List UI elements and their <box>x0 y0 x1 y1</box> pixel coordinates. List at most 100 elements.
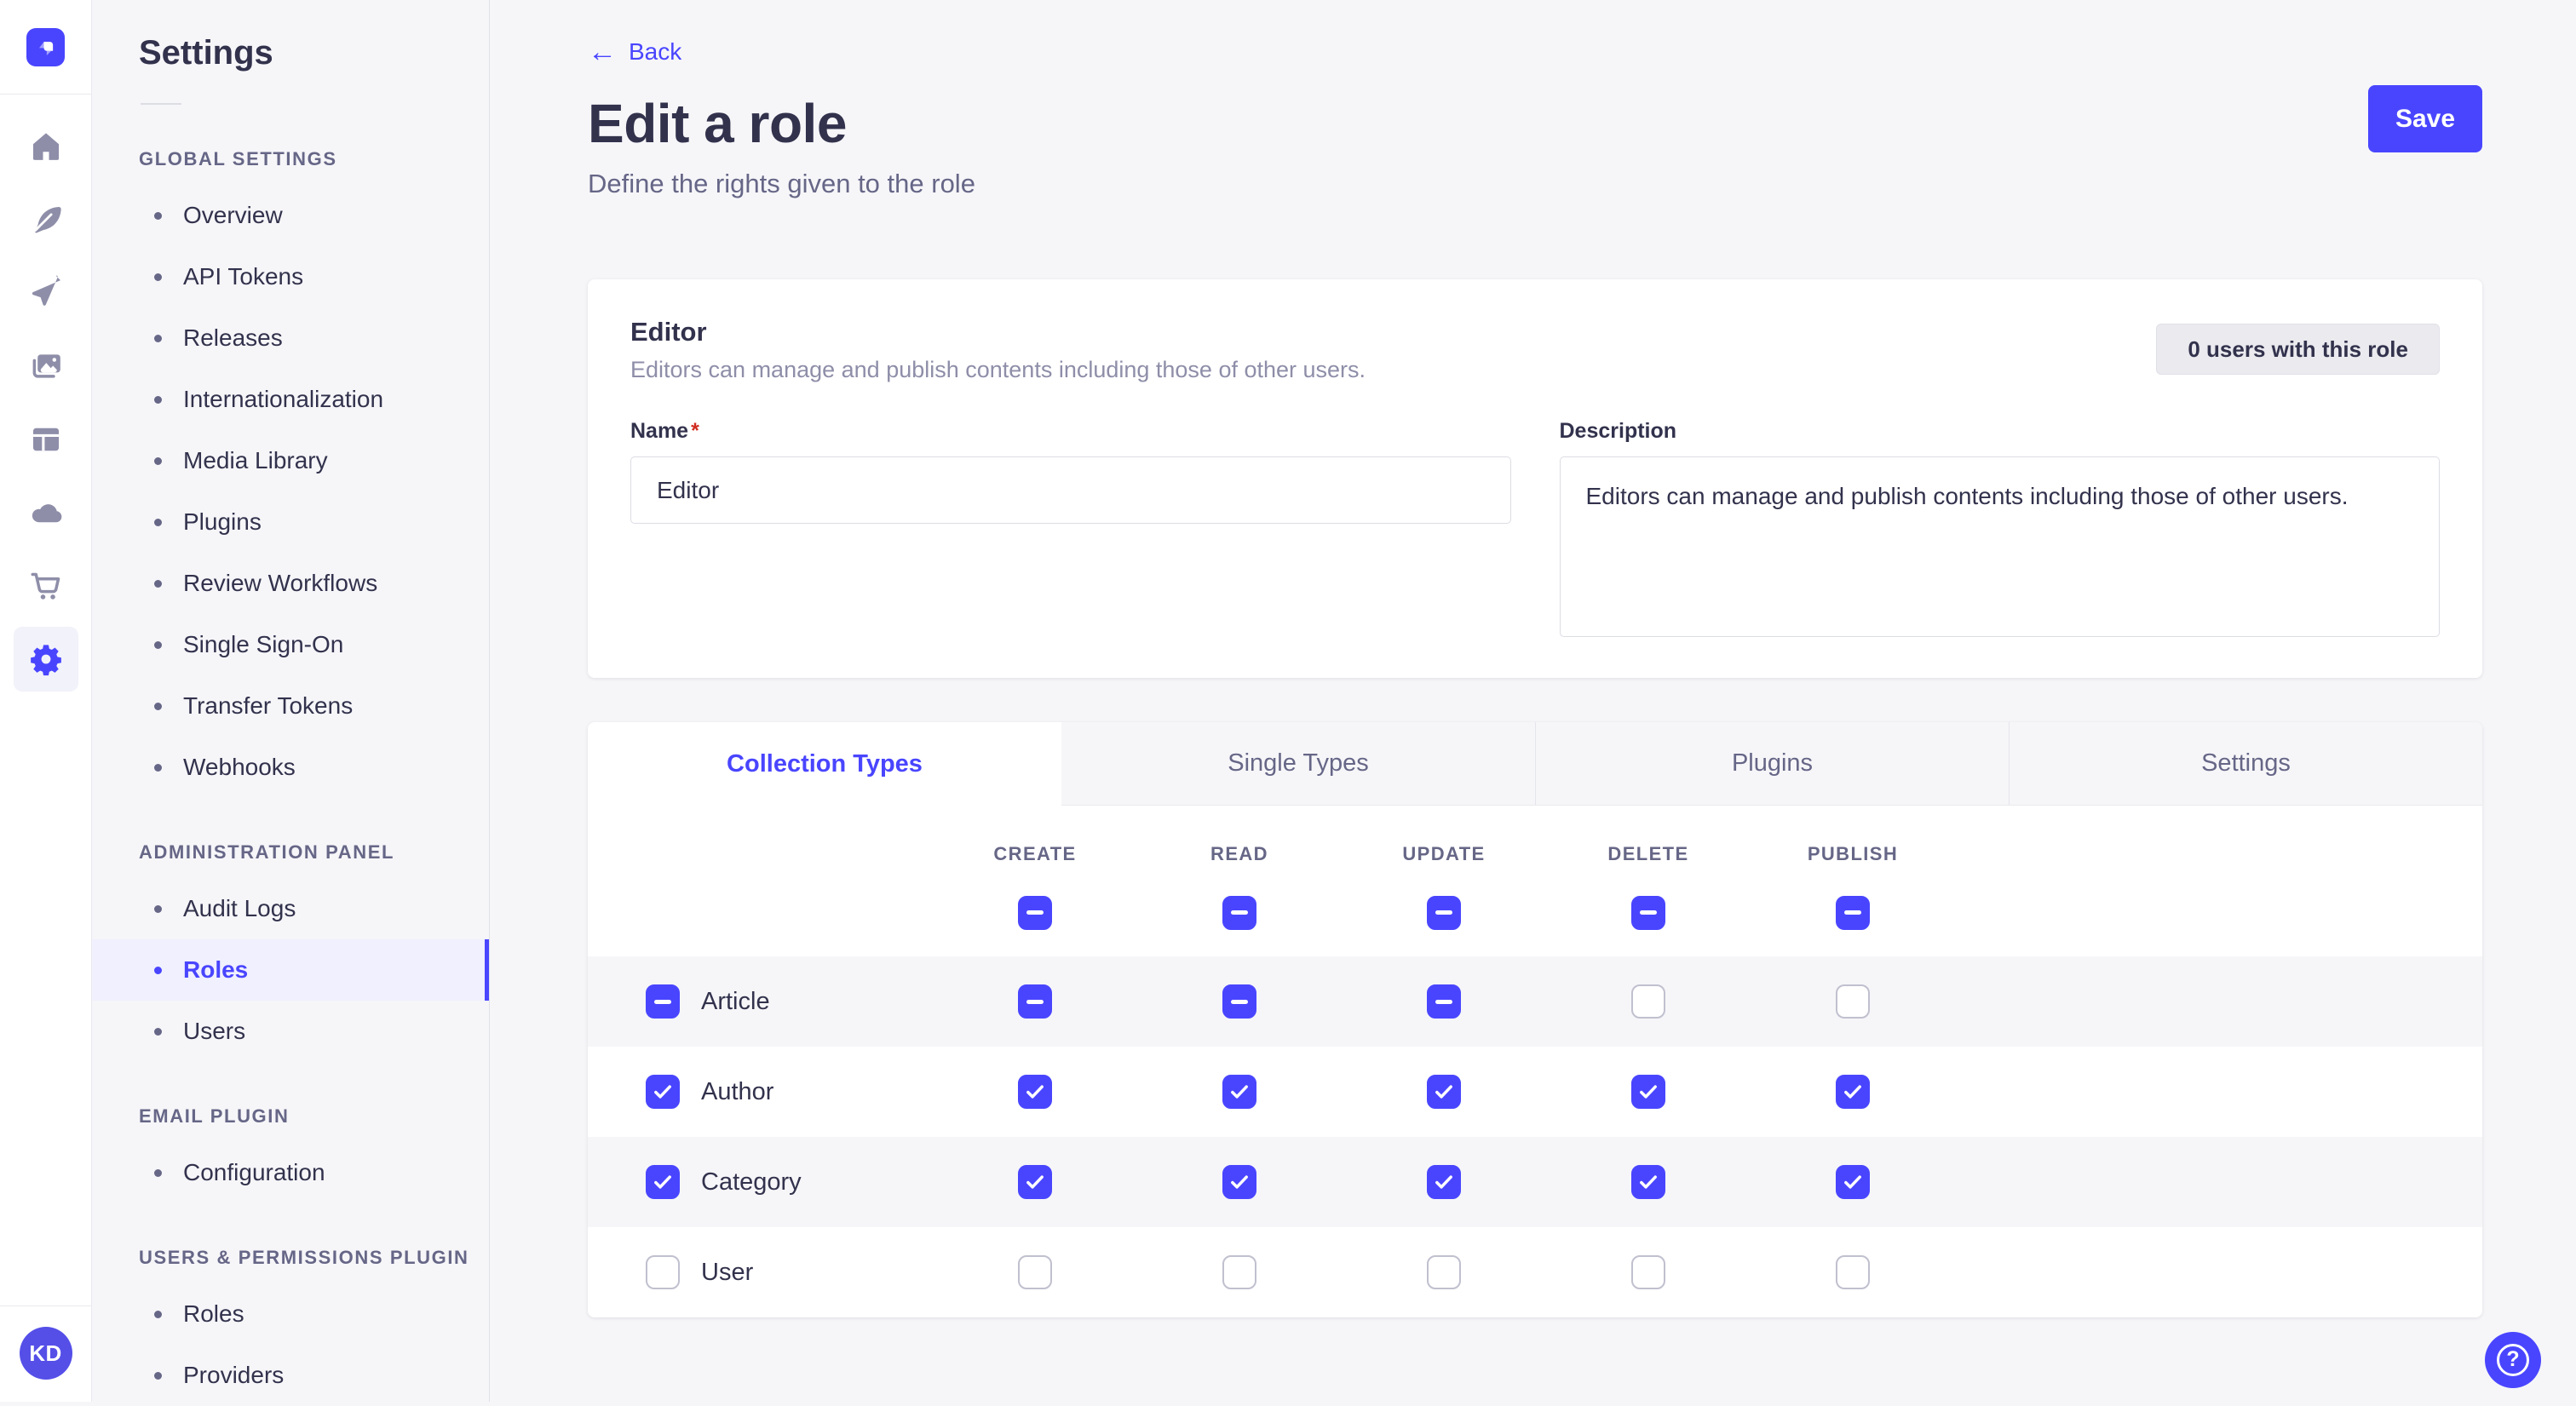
row-label-text: Article <box>701 988 770 1016</box>
back-link[interactable]: ← Back <box>588 37 681 66</box>
users-count-badge[interactable]: 0 users with this role <box>2156 324 2440 375</box>
select-all-create-checkbox[interactable] <box>1018 896 1052 930</box>
tab-settings[interactable]: Settings <box>2009 722 2482 806</box>
bullet-icon <box>154 641 162 649</box>
subnav-section-items: OverviewAPI TokensReleases Internationali… <box>139 185 489 798</box>
name-input[interactable] <box>630 456 1511 524</box>
article-update-checkbox[interactable] <box>1427 984 1461 1019</box>
permissions-table: CREATEREADUPDATEDELETEPUBLISHArticleAuth… <box>588 806 2482 1317</box>
bullet-icon <box>154 1028 162 1036</box>
select-all-read-checkbox[interactable] <box>1222 896 1256 930</box>
user-publish-checkbox[interactable] <box>1836 1255 1870 1289</box>
content-type-builder-icon[interactable] <box>14 421 78 458</box>
bullet-icon <box>154 1169 162 1177</box>
subnav-item-roles[interactable]: Roles <box>139 1283 489 1345</box>
strapi-logo[interactable] <box>26 28 65 66</box>
role-subheading: Editors can manage and publish contents … <box>630 357 1366 383</box>
category-create-checkbox[interactable] <box>1018 1165 1052 1199</box>
subnav-item-plugins[interactable]: Plugins <box>139 491 489 553</box>
media-library-icon[interactable] <box>14 347 78 385</box>
permission-cell <box>1546 1075 1751 1109</box>
permission-cell <box>1342 984 1546 1019</box>
author-create-checkbox[interactable] <box>1018 1075 1052 1109</box>
user-delete-checkbox[interactable] <box>1631 1255 1665 1289</box>
marketplace-cart-icon[interactable] <box>14 567 78 605</box>
save-button[interactable]: Save <box>2368 85 2482 152</box>
subnav-item-audit-logs[interactable]: Audit Logs <box>139 878 489 939</box>
article-publish-checkbox[interactable] <box>1836 984 1870 1019</box>
subnav-item-label: Roles <box>183 956 248 984</box>
permission-cell <box>933 984 1137 1019</box>
subnav-item-webhooks[interactable]: Webhooks <box>139 737 489 798</box>
subnav-section-items: Configuration <box>139 1142 489 1203</box>
select-all-update-checkbox[interactable] <box>1427 896 1461 930</box>
select-row-author-checkbox[interactable] <box>646 1075 680 1109</box>
select-row-user-checkbox[interactable] <box>646 1255 680 1289</box>
name-label: Name* <box>630 419 1511 444</box>
column-label-delete: DELETE <box>1546 843 1751 865</box>
bullet-icon <box>154 457 162 465</box>
column-label-create: CREATE <box>933 843 1137 865</box>
cloud-icon[interactable] <box>14 494 78 531</box>
select-row-article-checkbox[interactable] <box>646 984 680 1019</box>
subnav-item-label: Internationalization <box>183 386 383 413</box>
row-label-cell: User <box>588 1255 933 1289</box>
permissions-card: Collection TypesSingle TypesPluginsSetti… <box>588 722 2482 1317</box>
article-delete-checkbox[interactable] <box>1631 984 1665 1019</box>
article-create-checkbox[interactable] <box>1018 984 1052 1019</box>
indeterminate-dash-icon <box>1026 1000 1044 1004</box>
subnav-item-providers[interactable]: Providers <box>139 1345 489 1406</box>
subnav-item-media-library[interactable]: Media Library <box>139 430 489 491</box>
subnav-section-label: USERS & PERMISSIONS PLUGIN <box>139 1241 489 1275</box>
author-publish-checkbox[interactable] <box>1836 1075 1870 1109</box>
tab-collection-types[interactable]: Collection Types <box>588 722 1061 806</box>
user-create-checkbox[interactable] <box>1018 1255 1052 1289</box>
select-row-category-checkbox[interactable] <box>646 1165 680 1199</box>
subnav-item-releases[interactable]: Releases <box>139 307 489 369</box>
subnav-item-transfer-tokens[interactable]: Transfer Tokens <box>139 675 489 737</box>
subnav-item-single-sign-on[interactable]: Single Sign-On <box>139 614 489 675</box>
permission-cell <box>1342 1075 1546 1109</box>
subnav-item-overview[interactable]: Overview <box>139 185 489 246</box>
bullet-icon <box>154 519 162 526</box>
description-input[interactable]: Editors can manage and publish contents … <box>1560 456 2441 637</box>
author-delete-checkbox[interactable] <box>1631 1075 1665 1109</box>
header-checkbox-cell <box>1546 896 1751 930</box>
tab-single-types[interactable]: Single Types <box>1061 722 1535 806</box>
user-update-checkbox[interactable] <box>1427 1255 1461 1289</box>
subnav-item-users[interactable]: Users <box>139 1001 489 1062</box>
category-delete-checkbox[interactable] <box>1631 1165 1665 1199</box>
permission-cell <box>1751 1165 1955 1199</box>
row-label-cell: Article <box>588 984 933 1019</box>
category-read-checkbox[interactable] <box>1222 1165 1256 1199</box>
main-nav-rail: KD <box>0 0 92 1402</box>
author-update-checkbox[interactable] <box>1427 1075 1461 1109</box>
bullet-icon <box>154 905 162 913</box>
select-all-delete-checkbox[interactable] <box>1631 896 1665 930</box>
content-manager-feather-icon[interactable] <box>14 201 78 238</box>
subnav-section-administration-panel: ADMINISTRATION PANELAudit LogsRolesUsers <box>139 835 489 1062</box>
check-icon <box>651 1080 675 1104</box>
subnav-item-api-tokens[interactable]: API Tokens <box>139 246 489 307</box>
subnav-item-internationalization[interactable]: Internationalization <box>139 369 489 430</box>
category-update-checkbox[interactable] <box>1427 1165 1461 1199</box>
category-publish-checkbox[interactable] <box>1836 1165 1870 1199</box>
bullet-icon <box>154 967 162 974</box>
select-all-publish-checkbox[interactable] <box>1836 896 1870 930</box>
indeterminate-dash-icon <box>1231 910 1248 915</box>
user-read-checkbox[interactable] <box>1222 1255 1256 1289</box>
article-read-checkbox[interactable] <box>1222 984 1256 1019</box>
home-icon[interactable] <box>14 128 78 165</box>
settings-gear-icon[interactable] <box>14 627 78 692</box>
subnav-item-configuration[interactable]: Configuration <box>139 1142 489 1203</box>
permission-cell <box>1137 1255 1342 1289</box>
permission-cell <box>1751 1255 1955 1289</box>
tab-plugins[interactable]: Plugins <box>1535 722 2009 806</box>
release-send-icon[interactable] <box>14 274 78 312</box>
help-button[interactable]: ? <box>2485 1332 2541 1388</box>
subnav-item-review-workflows[interactable]: Review Workflows <box>139 553 489 614</box>
user-avatar[interactable]: KD <box>20 1327 72 1380</box>
author-read-checkbox[interactable] <box>1222 1075 1256 1109</box>
subnav-item-roles[interactable]: Roles <box>139 939 489 1001</box>
rail-bottom: KD <box>0 1306 91 1402</box>
